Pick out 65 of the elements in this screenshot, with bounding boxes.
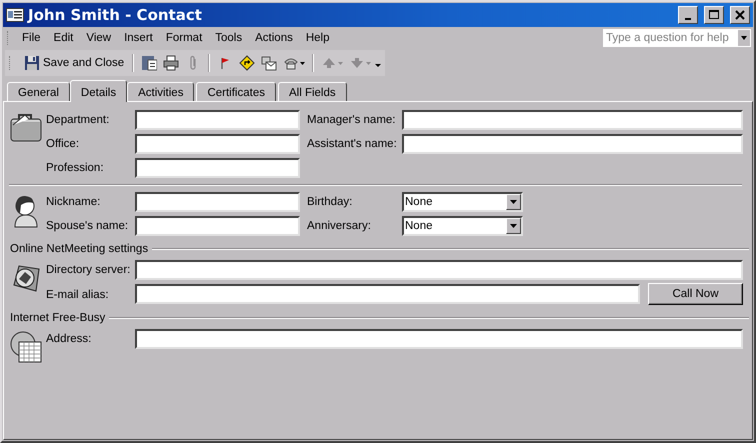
input-field[interactable] [135,260,743,280]
menu-item[interactable]: File [17,30,46,46]
diamond-sign-icon [239,55,256,71]
field-label: Birthday: [307,196,354,208]
field-label: Manager's name: [307,114,396,126]
section-heading: Online NetMeeting settings [10,243,148,255]
contact-card-icon [6,8,24,22]
field-label: Office: [46,138,80,150]
menu-item[interactable]: Format [160,30,208,46]
field-label: Assistant's name: [307,138,398,150]
toolbar-grip [9,56,13,70]
dropdown-arrow-icon[interactable] [506,194,521,210]
maximize-icon [708,9,720,21]
input-field[interactable] [135,158,300,178]
save-and-close-button[interactable]: Save and Close [21,53,128,73]
field-label: E-mail alias: [46,288,110,300]
tab[interactable]: Details [70,80,128,102]
tab[interactable]: Activities [127,82,194,101]
menu-item[interactable]: Tools [210,30,248,46]
caret-icon [366,62,372,64]
caret-icon [338,62,344,64]
toolbar-grip [7,31,11,45]
envelope-card-icon [261,55,278,71]
toolbar-button[interactable] [139,53,160,73]
toolbar-button[interactable] [237,53,258,73]
minimize-icon [685,18,691,20]
tab[interactable]: General [7,82,70,101]
toolbar-button[interactable] [161,53,182,73]
field-label: Nickname: [46,196,102,208]
input-field[interactable] [402,110,743,130]
menu-item[interactable]: Insert [119,30,158,46]
menu-item[interactable]: View [81,30,116,46]
floppy-card-icon [141,55,158,71]
dropdown-arrow-icon[interactable] [506,218,521,234]
close-icon [734,9,746,21]
input-field[interactable] [135,216,300,236]
close-button[interactable] [730,6,750,24]
menu-item[interactable]: Help [300,30,334,46]
menu-item[interactable]: Actions [250,30,298,46]
caret-icon [741,36,747,40]
tab[interactable]: Certificates [196,82,276,101]
field-label: Department: [46,114,110,126]
printer-icon [163,55,180,71]
field-label: Directory server: [46,264,132,276]
caret-icon [300,62,306,64]
input-field[interactable] [135,329,743,349]
help-search-field[interactable]: Type a question for help [603,29,751,47]
tab[interactable]: All Fields [278,82,347,101]
window-title: John Smith - Contact [28,6,202,24]
input-field[interactable] [135,110,300,130]
date-dropdown[interactable]: None [402,192,523,212]
input-field[interactable] [135,284,640,304]
field-label: Anniversary: [307,220,372,232]
field-label: Profession: [46,162,105,174]
field-label: Spouse's name: [46,220,130,232]
call-now-button[interactable]: Call Now [648,283,743,305]
section-heading: Internet Free-Busy [10,312,106,324]
input-field[interactable] [402,134,743,154]
input-field[interactable] [135,134,300,154]
maximize-button[interactable] [704,6,724,24]
input-field[interactable] [135,192,300,212]
minimize-button[interactable] [678,6,698,24]
menu-item[interactable]: Edit [48,30,78,46]
field-label: Address: [46,333,92,345]
date-dropdown[interactable]: None [402,216,523,236]
